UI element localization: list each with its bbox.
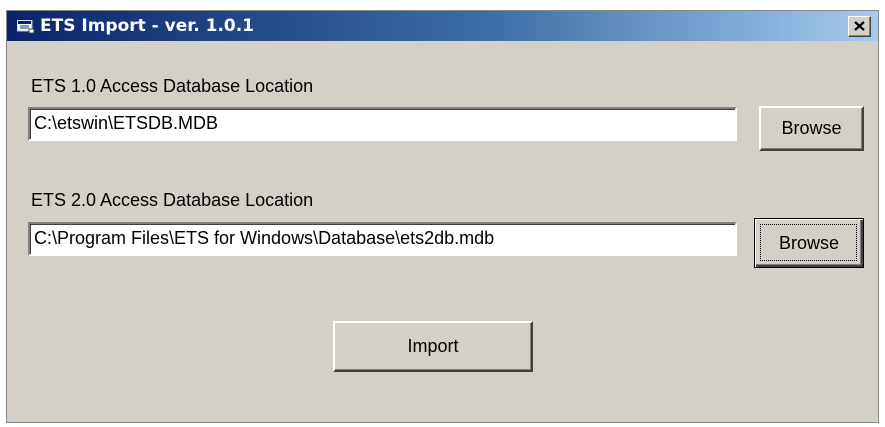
ets1-browse-button[interactable]: Browse xyxy=(759,106,864,151)
ets2-browse-label: Browse xyxy=(778,232,840,253)
ets-import-window: ETS Import - ver. 1.0.1 ETS 1.0 Access D… xyxy=(6,10,879,423)
import-button[interactable]: Import xyxy=(333,321,533,372)
ets2-location-label: ETS 2.0 Access Database Location xyxy=(31,190,314,210)
ets2-location-field[interactable]: C:\Program Files\ETS for Windows\Databas… xyxy=(28,222,737,256)
ets1-location-label: ETS 1.0 Access Database Location xyxy=(31,76,314,96)
app-window-icon xyxy=(16,19,35,34)
ets1-location-field[interactable]: C:\etswin\ETSDB.MDB xyxy=(28,107,737,141)
close-button[interactable] xyxy=(848,16,871,37)
title-bar[interactable]: ETS Import - ver. 1.0.1 xyxy=(7,11,878,41)
ets2-browse-button[interactable]: Browse xyxy=(754,218,864,268)
window-title: ETS Import - ver. 1.0.1 xyxy=(40,16,255,36)
